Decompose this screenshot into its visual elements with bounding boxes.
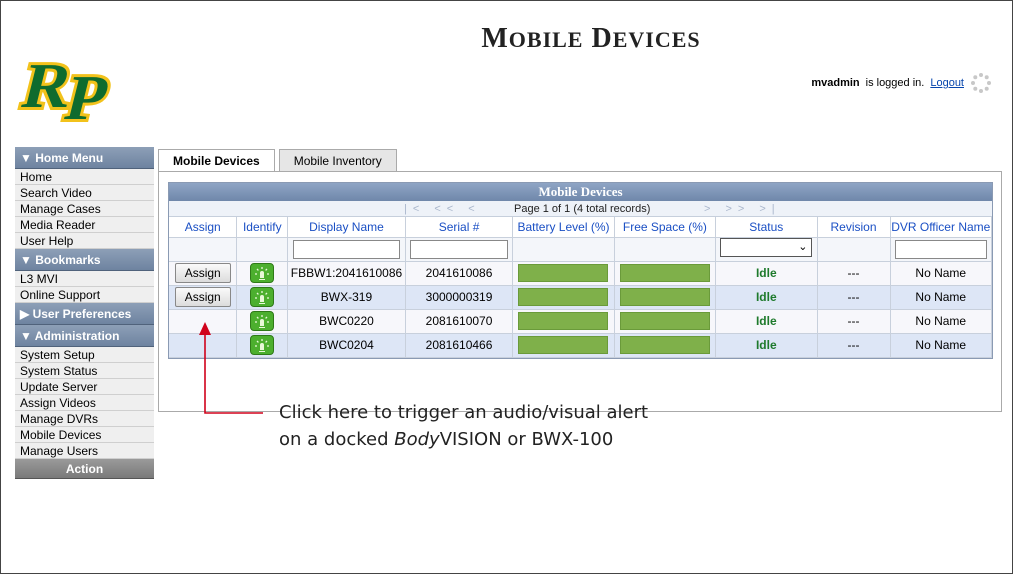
callout-line-2: on a docked BodyVISION or BWX-100 bbox=[279, 429, 614, 450]
app-window: R P R P MOBILE DEVICES mvadmin is logged… bbox=[0, 0, 1013, 574]
callout-text: Click here to trigger an audio/visual al… bbox=[279, 399, 648, 453]
callout-arrow bbox=[199, 322, 263, 414]
callout-line-1: Click here to trigger an audio/visual al… bbox=[279, 402, 649, 423]
